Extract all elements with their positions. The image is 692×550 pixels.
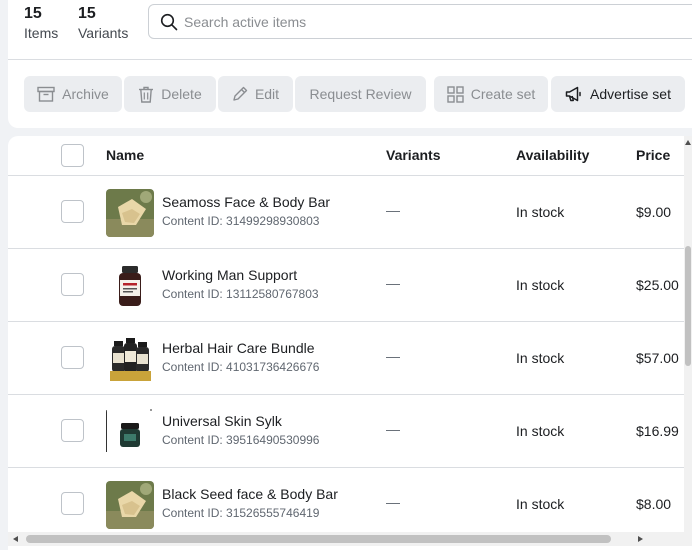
variants-count-stat: 15 Variants [78,4,128,42]
items-table: Name Variants Availability Price Seamoss… [8,136,692,550]
items-label: Items [24,25,59,41]
availability-cell: In stock [516,277,565,293]
product-name[interactable]: Seamoss Face & Body Bar [162,194,330,210]
variants-column-header[interactable]: Variants [386,147,440,163]
variants-cell: — [386,494,400,510]
product-name[interactable]: Black Seed face & Body Bar [162,486,338,502]
content-id: Content ID: 13112580767803 [162,287,319,301]
price-column-header[interactable]: Price [636,147,670,163]
row-checkbox[interactable] [61,273,84,296]
price-cell: $57.00 [636,350,679,366]
items-count-stat: 15 Items [24,4,58,42]
product-name[interactable]: Herbal Hair Care Bundle [162,340,315,356]
product-name[interactable]: Universal Skin Sylk [162,413,282,429]
variants-count: 15 [78,5,96,22]
advertise-set-button-label: Advertise set [590,86,671,102]
advertise-set-button[interactable]: Advertise set [551,76,685,112]
request-review-button-label: Request Review [309,86,412,102]
skin-jar-thumbnail [106,408,154,456]
variants-cell: — [386,421,400,437]
items-count: 15 [24,5,42,22]
search-input[interactable] [184,5,684,38]
row-checkbox[interactable] [61,200,84,223]
vertical-scrollbar-thumb[interactable] [685,246,691,366]
price-cell: $9.00 [636,204,672,220]
row-checkbox[interactable] [61,492,84,515]
hair-bundle-thumbnail [106,335,154,383]
delete-button[interactable]: Delete [124,76,216,112]
toolbar-divider [8,59,692,60]
row-checkbox[interactable] [61,419,84,442]
archive-button-label: Archive [62,86,109,102]
row-checkbox[interactable] [61,346,84,369]
availability-cell: In stock [516,496,565,512]
soap-bar-thumbnail [106,481,154,529]
availability-column-header[interactable]: Availability [516,147,589,163]
availability-cell: In stock [516,423,565,439]
content-id: Content ID: 41031736426676 [162,360,320,374]
select-all-checkbox[interactable] [61,144,84,167]
availability-cell: In stock [516,350,565,366]
horizontal-scrollbar-thumb[interactable] [26,535,611,543]
availability-cell: In stock [516,204,565,220]
trash-icon [139,86,154,103]
variants-cell: — [386,275,400,291]
product-name[interactable]: Working Man Support [162,267,297,283]
price-cell: $16.99 [636,423,679,439]
price-cell: $25.00 [636,277,679,293]
create-set-button-label: Create set [470,86,536,102]
summary-toolbar-card: 15 Items 15 Variants Archive Delete [8,0,692,128]
delete-button-label: Delete [161,86,202,102]
scroll-up-arrow-icon[interactable] [685,140,691,145]
table-row[interactable]: Black Seed face & Body Bar Content ID: 3… [8,468,684,541]
table-row[interactable]: Seamoss Face & Body Bar Content ID: 3149… [8,176,684,249]
variants-cell: — [386,348,400,364]
variants-cell: — [386,202,400,218]
scroll-left-arrow-icon[interactable] [13,536,18,542]
edit-button-label: Edit [254,86,280,102]
search-icon [160,13,178,31]
name-column-header[interactable]: Name [106,147,144,163]
soap-bar-thumbnail [106,189,154,237]
table-row[interactable]: Herbal Hair Care Bundle Content ID: 4103… [8,322,684,395]
archive-button[interactable]: Archive [24,76,122,112]
table-row[interactable]: Working Man Support Content ID: 13112580… [8,249,684,322]
horizontal-scrollbar[interactable] [8,532,692,546]
create-set-button[interactable]: Create set [434,76,548,112]
supplement-bottle-thumbnail [106,262,154,310]
price-cell: $8.00 [636,496,672,512]
content-id: Content ID: 39516490530996 [162,433,320,447]
megaphone-icon [565,86,581,102]
archive-icon [37,86,55,102]
content-id: Content ID: 31526555746419 [162,506,320,520]
edit-button[interactable]: Edit [218,76,293,112]
table-row[interactable]: Universal Skin Sylk Content ID: 39516490… [8,395,684,468]
pencil-icon [233,86,248,101]
search-box[interactable] [148,4,692,39]
request-review-button[interactable]: Request Review [295,76,426,112]
table-header: Name Variants Availability Price [8,136,684,176]
vertical-scrollbar[interactable] [684,136,692,536]
content-id: Content ID: 31499298930803 [162,214,320,228]
scroll-right-arrow-icon[interactable] [638,536,643,542]
grid-icon [447,85,464,103]
variants-label: Variants [78,25,129,41]
